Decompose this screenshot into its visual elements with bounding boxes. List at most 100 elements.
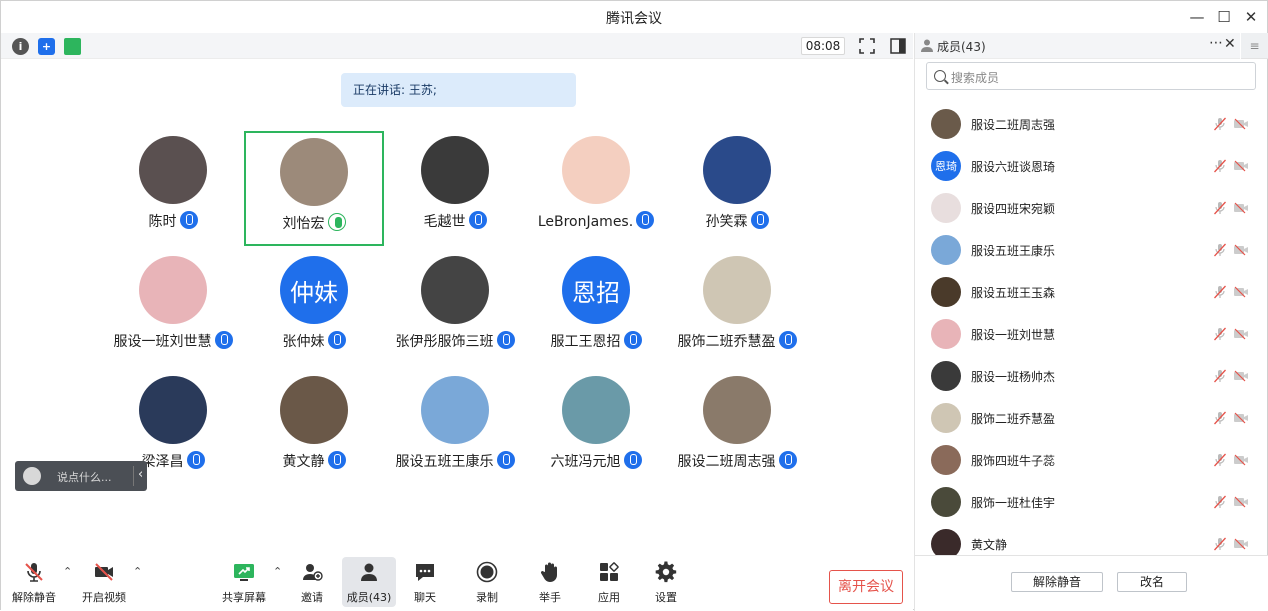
more-icon[interactable]: ⋯: [1209, 35, 1223, 51]
shield-icon[interactable]: +: [38, 38, 55, 55]
chat-popup[interactable]: 说点什么... ‹: [15, 461, 147, 491]
mic-muted-icon[interactable]: [1213, 369, 1227, 383]
meeting-info-bar: i + 08:08: [1, 33, 913, 59]
participant-tile[interactable]: 孙笑霖: [667, 131, 807, 246]
participant-name: LeBronJames.: [537, 214, 634, 230]
member-row[interactable]: 黄文静: [915, 523, 1255, 555]
mic-muted-icon[interactable]: [1213, 537, 1227, 551]
camera-off-icon[interactable]: [1233, 244, 1249, 256]
mic-icon: [778, 331, 797, 349]
camera-off-icon[interactable]: [1233, 202, 1249, 214]
mic-muted-icon[interactable]: [1213, 159, 1227, 173]
participant-name: 服饰二班乔慧盈: [677, 334, 776, 350]
signal-icon[interactable]: [64, 38, 81, 55]
minimize-icon[interactable]: —: [1187, 7, 1207, 27]
maximize-icon[interactable]: ☐: [1214, 7, 1234, 27]
mic-muted-icon[interactable]: [1213, 495, 1227, 509]
avatar: [421, 136, 489, 204]
members-icon: [361, 563, 377, 581]
apps-icon: [600, 562, 619, 581]
member-row[interactable]: 服设二班周志强: [915, 103, 1255, 145]
camera-off-icon[interactable]: [1233, 118, 1249, 130]
sidebar-toggle-icon[interactable]: ≡: [1241, 33, 1268, 59]
start-video-button[interactable]: 开启视频: [77, 557, 131, 607]
camera-off-icon[interactable]: [1233, 370, 1249, 382]
camera-off-icon[interactable]: [1233, 286, 1249, 298]
mic-muted-icon[interactable]: [1213, 411, 1227, 425]
participant-tile[interactable]: 服饰二班乔慧盈: [667, 251, 807, 366]
fullscreen-icon[interactable]: [858, 37, 876, 55]
camera-off-icon[interactable]: [1233, 412, 1249, 424]
camera-off-icon[interactable]: [1233, 160, 1249, 172]
chat-button[interactable]: 聊天: [398, 557, 452, 607]
mic-icon: [327, 213, 346, 231]
rename-button[interactable]: 改名: [1117, 572, 1187, 592]
member-avatar: [931, 109, 961, 139]
start-video-label: 开启视频: [82, 591, 126, 604]
camera-off-icon[interactable]: [1233, 496, 1249, 508]
participant-name: 孙笑霖: [705, 214, 748, 230]
record-icon: [476, 561, 498, 583]
member-avatar: [931, 529, 961, 555]
member-row[interactable]: 服饰二班乔慧盈: [915, 397, 1255, 439]
close-panel-icon[interactable]: ✕: [1224, 36, 1236, 52]
avatar: [703, 136, 771, 204]
participant-name: 服设二班周志强: [677, 454, 776, 470]
search-placeholder: 搜索成员: [951, 71, 1000, 85]
share-screen-button[interactable]: 共享屏幕: [217, 557, 271, 607]
mic-muted-icon[interactable]: [1213, 285, 1227, 299]
member-avatar: 恩琦: [931, 151, 961, 181]
mic-muted-icon[interactable]: [1213, 201, 1227, 215]
participant-name: 服工王恩招: [550, 334, 621, 350]
member-avatar: [931, 487, 961, 517]
chat-input-placeholder[interactable]: 说点什么...: [57, 469, 112, 485]
mic-muted-icon[interactable]: [1213, 117, 1227, 131]
member-name: 服设五班王玉森: [971, 286, 1056, 300]
camera-off-icon[interactable]: [1233, 454, 1249, 466]
unmute-all-button[interactable]: 解除静音: [1011, 572, 1103, 592]
audio-options-icon[interactable]: ⌃: [63, 565, 72, 578]
mic-icon: [327, 451, 346, 469]
member-row[interactable]: 服设一班刘世慧: [915, 313, 1255, 355]
members-button[interactable]: 成员(43): [342, 557, 396, 607]
layout-icon[interactable]: [889, 37, 907, 55]
mic-muted-icon[interactable]: [1213, 327, 1227, 341]
speaking-indicator: 正在讲话: 王苏;: [341, 73, 576, 107]
avatar: [280, 138, 348, 206]
chat-icon: [416, 564, 434, 581]
member-name: 服设四班宋宛颖: [971, 202, 1056, 216]
mic-muted-icon[interactable]: [1213, 243, 1227, 257]
mic-muted-icon[interactable]: [1213, 453, 1227, 467]
member-avatar: [931, 193, 961, 223]
participant-tile[interactable]: 服设二班周志强: [667, 371, 807, 486]
member-avatar: [931, 403, 961, 433]
raise-hand-button[interactable]: 举手: [523, 557, 577, 607]
video-options-icon[interactable]: ⌃: [133, 565, 142, 578]
member-row[interactable]: 服设一班杨帅杰: [915, 355, 1255, 397]
collapse-icon[interactable]: ‹: [138, 467, 143, 482]
member-avatar: [931, 277, 961, 307]
member-row[interactable]: 服饰一班杜佳宇: [915, 481, 1255, 523]
camera-off-icon[interactable]: [1233, 538, 1249, 550]
member-row[interactable]: 服设四班宋宛颖: [915, 187, 1255, 229]
member-row[interactable]: 服饰四班牛子蕊: [915, 439, 1255, 481]
unmute-button[interactable]: 解除静音: [7, 557, 61, 607]
share-options-icon[interactable]: ⌃: [273, 565, 282, 578]
avatar: [139, 136, 207, 204]
camera-off-icon[interactable]: [1233, 328, 1249, 340]
member-search-input[interactable]: 搜索成员: [926, 62, 1256, 90]
member-row[interactable]: 恩琦 服设六班谈恩琦: [915, 145, 1255, 187]
participant-name: 黄文静: [282, 454, 325, 470]
record-button[interactable]: 录制: [460, 557, 514, 607]
close-icon[interactable]: ✕: [1241, 7, 1261, 27]
info-icon[interactable]: i: [12, 38, 29, 55]
avatar: [562, 376, 630, 444]
leave-meeting-button[interactable]: 离开会议: [829, 570, 903, 604]
member-row[interactable]: 服设五班王玉森: [915, 271, 1255, 313]
mic-icon: [750, 211, 769, 229]
emoji-icon[interactable]: [23, 467, 41, 485]
apps-button[interactable]: 应用: [582, 557, 636, 607]
member-row[interactable]: 服设五班王康乐: [915, 229, 1255, 271]
settings-button[interactable]: 设置: [639, 557, 693, 607]
invite-button[interactable]: 邀请: [285, 557, 339, 607]
